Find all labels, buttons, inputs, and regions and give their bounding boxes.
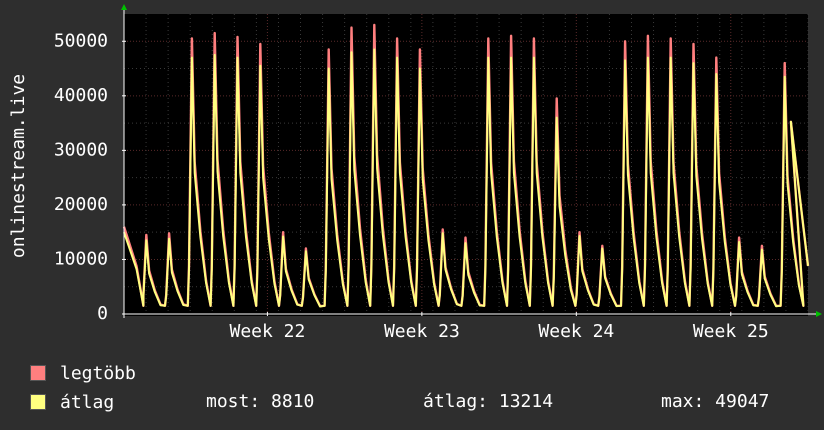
legend-item-max: legtöbb [30, 362, 136, 384]
y-axis-label: onlinestream.live [8, 74, 29, 258]
y-axis-arrow-icon [121, 4, 127, 10]
stat-now: most: 8810 [206, 391, 315, 412]
legend-label-max: legtöbb [60, 362, 136, 384]
y-tick-label: 20000 [54, 194, 108, 215]
y-tick-label: 40000 [54, 85, 108, 106]
y-tick-label: 0 [97, 303, 108, 324]
legend-swatch-avg [30, 394, 46, 410]
y-tick-labels: 0 10000 20000 30000 40000 50000 [54, 30, 108, 324]
stat-max: max: 49047 [661, 391, 770, 412]
x-tick-label: Week 24 [538, 321, 614, 342]
legend-swatch-max [30, 365, 46, 381]
y-tick-label: 50000 [54, 30, 108, 51]
x-tick-label: Week 23 [384, 321, 460, 342]
x-tick-label: Week 22 [229, 321, 305, 342]
x-tick-labels: Week 22 Week 23 Week 24 Week 25 [229, 321, 768, 342]
legend-item-avg: átlag [30, 391, 114, 413]
x-axis-arrow-icon [816, 311, 822, 317]
legend-label-avg: átlag [60, 391, 115, 413]
stat-average: átlag: 13214 [423, 391, 554, 412]
x-tick-label: Week 25 [693, 321, 769, 342]
y-tick-label: 30000 [54, 139, 108, 160]
y-tick-label: 10000 [54, 248, 108, 269]
